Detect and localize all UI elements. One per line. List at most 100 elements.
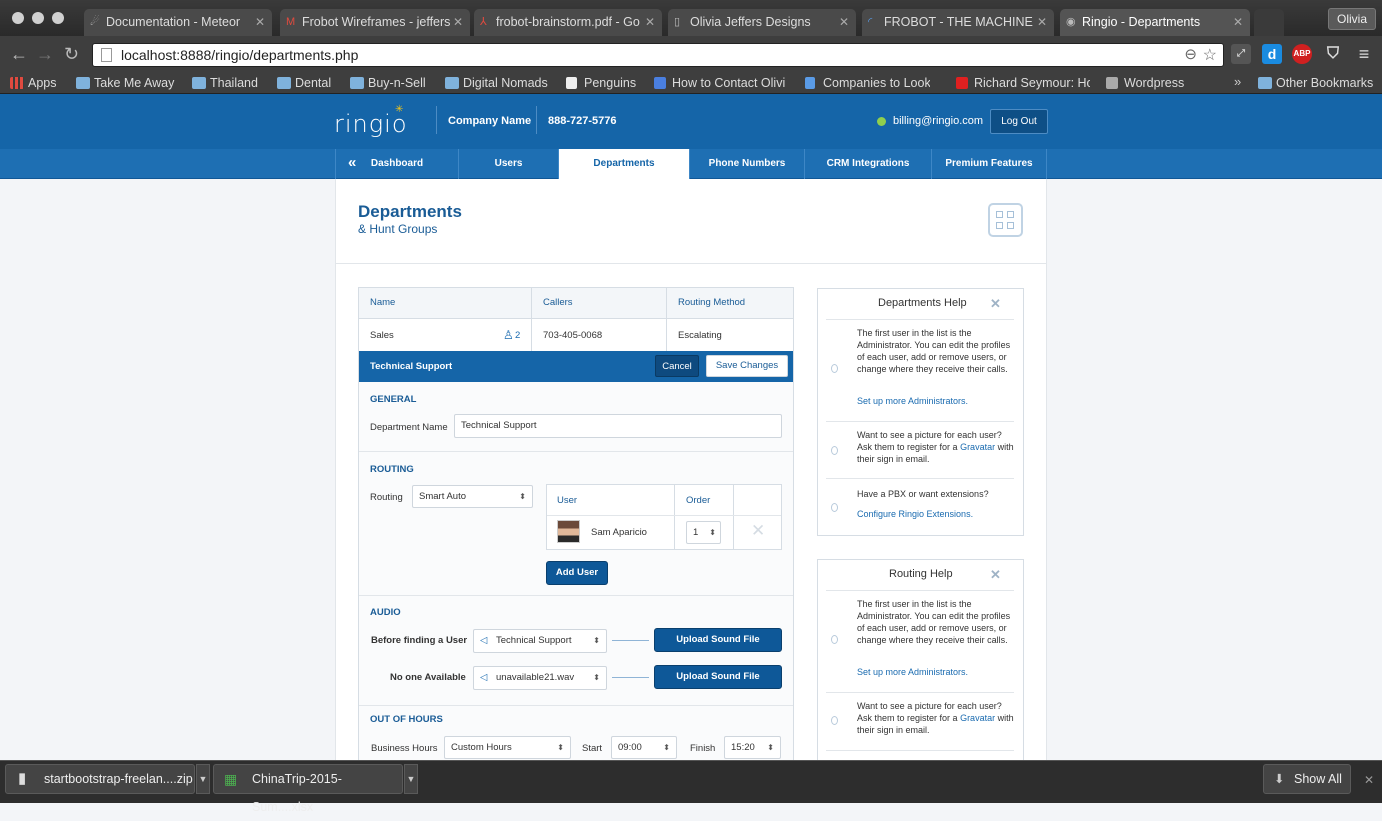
- show-all-downloads-button[interactable]: ⬇ Show All: [1263, 764, 1351, 794]
- column-header-callers: Callers: [543, 297, 573, 308]
- expand-icon[interactable]: ⤢: [1231, 44, 1251, 64]
- zoom-window-button[interactable]: [52, 12, 64, 24]
- close-tab-icon[interactable]: ✕: [1233, 9, 1243, 36]
- d-extension-icon[interactable]: d: [1262, 44, 1282, 64]
- audio-select-unavailable[interactable]: ◁ unavailable21.wav ⬍: [473, 666, 607, 690]
- select-arrows-icon: ⬍: [519, 492, 526, 501]
- routing-label: Routing: [370, 492, 403, 503]
- admin-link[interactable]: Set up more Administrators.: [857, 396, 968, 406]
- admin-link[interactable]: Set up more Administrators.: [857, 667, 968, 677]
- back-icon[interactable]: ←: [10, 44, 28, 64]
- nav-users[interactable]: Users: [458, 149, 558, 179]
- save-changes-button[interactable]: Save Changes: [706, 355, 788, 377]
- bookmark-folder[interactable]: Digital Nomads: [445, 74, 548, 92]
- bookmark-page[interactable]: How to Contact Olivi: [654, 74, 790, 92]
- department-name-input[interactable]: Technical Support: [454, 414, 782, 438]
- divider: [826, 319, 1014, 320]
- nav-crm-integrations[interactable]: CRM Integrations: [804, 149, 931, 179]
- close-tab-icon[interactable]: ✕: [255, 9, 265, 36]
- nav-phone-numbers[interactable]: Phone Numbers: [689, 149, 804, 179]
- download-item[interactable]: ▮ startbootstrap-freelan....zip: [5, 764, 195, 794]
- close-help-icon[interactable]: ✕: [990, 296, 1001, 312]
- zoom-icon[interactable]: ⊖: [1184, 45, 1197, 63]
- folder-icon: [1258, 77, 1272, 89]
- gravatar-link[interactable]: Gravatar: [960, 442, 995, 452]
- routing-select[interactable]: Smart Auto ⬍: [412, 485, 533, 508]
- minimize-window-button[interactable]: [32, 12, 44, 24]
- bookmark-page[interactable]: Penguins: [566, 74, 636, 92]
- bookmark-folder[interactable]: Thailand: [192, 74, 258, 92]
- close-tab-icon[interactable]: ✕: [453, 9, 463, 36]
- logo-star-icon: ✳: [395, 104, 404, 115]
- shield-icon[interactable]: ⛉: [1323, 44, 1343, 64]
- menu-icon[interactable]: ≡: [1354, 44, 1374, 64]
- tab-frobot-brainstorm[interactable]: ⅄ frobot-brainstorm.pdf - Go ✕: [474, 9, 662, 36]
- order-select[interactable]: 1 ⬍: [686, 521, 721, 544]
- collapse-icon[interactable]: «: [348, 148, 356, 178]
- forward-icon[interactable]: →: [36, 44, 54, 64]
- finish-time-select[interactable]: 15:20 ⬍: [724, 736, 781, 759]
- reload-icon[interactable]: ↻: [64, 44, 79, 64]
- close-tab-icon[interactable]: ✕: [1037, 9, 1047, 36]
- connector-line: [612, 640, 649, 641]
- download-menu-button[interactable]: ▼: [404, 764, 418, 794]
- tab-frobot-wireframes[interactable]: M Frobot Wireframes - jeffers ✕: [280, 9, 470, 36]
- row-name: Sales: [370, 330, 394, 341]
- grid-view-button[interactable]: [988, 203, 1023, 237]
- nav-dashboard[interactable]: «Dashboard: [335, 149, 458, 179]
- logout-button[interactable]: Log Out: [990, 109, 1048, 134]
- download-item[interactable]: ▦ ChinaTrip-2015-Sum....xlsx: [213, 764, 403, 814]
- bookmark-apps[interactable]: Apps: [10, 74, 57, 92]
- help-text: Want to see a picture for each user? Ask…: [857, 701, 1014, 735]
- finish-label: Finish: [690, 743, 716, 754]
- tab-documentation-meteor[interactable]: ☄ Documentation - Meteor ✕: [84, 9, 272, 36]
- download-menu-button[interactable]: ▼: [196, 764, 210, 794]
- cancel-button[interactable]: Cancel: [655, 355, 699, 377]
- bookmark-page[interactable]: Companies to Look: [805, 74, 930, 92]
- tab-olivia-jeffers-designs[interactable]: ▯ Olivia Jeffers Designs ✕: [668, 9, 856, 36]
- address-bar[interactable]: localhost:8888/ringio/departments.php ⊖ …: [92, 43, 1224, 67]
- gravatar-link[interactable]: Gravatar: [960, 713, 995, 723]
- bookmarks-overflow-button[interactable]: »: [1234, 74, 1241, 89]
- profile-button[interactable]: Olivia: [1327, 8, 1376, 30]
- add-user-button[interactable]: Add User: [546, 561, 608, 585]
- edit-department-name: Technical Support: [370, 361, 453, 372]
- divider: [826, 590, 1014, 591]
- bookmark-folder[interactable]: Take Me Away: [76, 74, 174, 92]
- upload-sound-button[interactable]: Upload Sound File: [654, 665, 782, 689]
- bookmark-folder[interactable]: Dental: [277, 74, 331, 92]
- folder-icon: [76, 77, 90, 89]
- close-help-icon[interactable]: ✕: [990, 567, 1001, 583]
- start-time-select[interactable]: 09:00 ⬍: [611, 736, 677, 759]
- new-tab-button[interactable]: [1254, 9, 1284, 36]
- bookmark-page[interactable]: Richard Seymour: Ho: [956, 74, 1090, 92]
- close-downloads-icon[interactable]: ✕: [1364, 773, 1374, 787]
- extensions-link[interactable]: Configure Ringio Extensions.: [857, 509, 973, 519]
- remove-user-icon[interactable]: ✕: [751, 521, 765, 541]
- page-icon: [566, 77, 577, 89]
- bookmark-page[interactable]: Wordpress: [1106, 74, 1184, 92]
- star-icon[interactable]: ☆: [1203, 45, 1217, 65]
- url-text: localhost:8888/ringio/departments.php: [121, 47, 359, 63]
- tab-frobot-the-machine[interactable]: ◜ FROBOT - THE MACHINE ✕: [862, 9, 1054, 36]
- bookmark-folder[interactable]: Buy-n-Sell: [350, 74, 426, 92]
- close-window-button[interactable]: [12, 12, 24, 24]
- row-member-count: 2: [515, 330, 521, 341]
- bookmark-other[interactable]: Other Bookmarks: [1258, 74, 1373, 92]
- divider: [536, 106, 537, 134]
- spreadsheet-icon: ▦: [224, 771, 238, 787]
- close-tab-icon[interactable]: ✕: [839, 9, 849, 36]
- column-header-order: Order: [686, 495, 711, 506]
- ringio-icon: ◉: [1066, 16, 1076, 28]
- t-icon: [956, 77, 968, 89]
- upload-sound-button[interactable]: Upload Sound File: [654, 628, 782, 652]
- adblock-icon[interactable]: ABP: [1292, 44, 1312, 64]
- folder-icon: [277, 77, 291, 89]
- nav-premium-features[interactable]: Premium Features: [931, 149, 1047, 179]
- nav-departments[interactable]: Departments: [558, 149, 689, 179]
- close-tab-icon[interactable]: ✕: [645, 9, 655, 36]
- audio-select-before[interactable]: ◁ Technical Support ⬍: [473, 629, 607, 653]
- business-hours-select[interactable]: Custom Hours ⬍: [444, 736, 571, 759]
- tab-ringio-departments[interactable]: ◉ Ringio - Departments ✕: [1060, 9, 1250, 36]
- divider: [733, 485, 734, 549]
